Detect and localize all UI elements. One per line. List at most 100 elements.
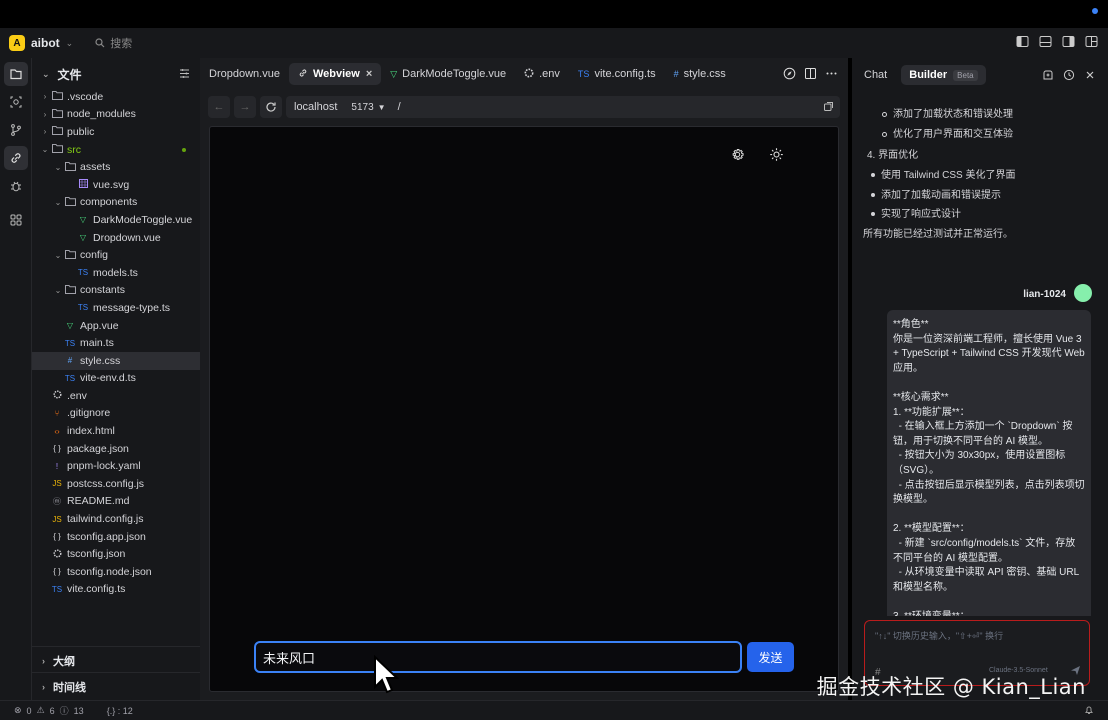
- source-control-icon[interactable]: [4, 118, 28, 142]
- ts-file-icon: TS: [64, 373, 76, 383]
- sun-icon[interactable]: [769, 147, 784, 165]
- user-message-text: **角色** 你是一位资深前端工程师，擅长使用 Vue 3 + TypeScri…: [893, 319, 1085, 616]
- file-item[interactable]: TS models.ts: [32, 264, 200, 282]
- link-icon[interactable]: [4, 146, 28, 170]
- cursor-position[interactable]: {.} : 12: [107, 706, 133, 716]
- file-item[interactable]: { } tsconfig.app.json: [32, 528, 200, 546]
- bullet-icon: [882, 111, 887, 117]
- tree-item-label: index.html: [67, 425, 115, 438]
- url-field[interactable]: localhost 5173 ▼ /: [286, 96, 840, 118]
- toggle-left-panel-icon[interactable]: [1016, 35, 1029, 48]
- chat-line: 添加了加载动画和错误提示: [871, 186, 1001, 201]
- folder-item[interactable]: › .vscode: [32, 88, 200, 106]
- tree-item-label: .gitignore: [67, 407, 111, 420]
- tab-env[interactable]: .env: [515, 63, 569, 85]
- folder-icon: [63, 249, 77, 261]
- app-name[interactable]: aibot: [31, 36, 60, 50]
- forward-button[interactable]: →: [234, 96, 256, 118]
- more-icon[interactable]: [825, 67, 838, 80]
- folder-icon: [63, 284, 77, 296]
- file-item[interactable]: .env: [32, 387, 200, 405]
- layout-icon[interactable]: [1085, 35, 1098, 48]
- file-item[interactable]: TS main.ts: [32, 334, 200, 352]
- compass-icon[interactable]: [783, 67, 796, 80]
- webview-frame: 未来风口 发送: [209, 126, 839, 692]
- history-icon[interactable]: [1063, 69, 1075, 81]
- search-box[interactable]: 搜索: [95, 35, 132, 51]
- tree-item-label: package.json: [67, 442, 129, 455]
- avatar: [1074, 284, 1092, 302]
- info-count: 13: [73, 705, 84, 716]
- settings-gear-icon[interactable]: [730, 147, 745, 165]
- prompt-input[interactable]: 未来风口: [254, 641, 742, 673]
- tab-vite-config-ts[interactable]: TS vite.config.ts: [569, 63, 665, 85]
- reload-icon: [266, 102, 276, 112]
- timeline-section[interactable]: › 时间线: [32, 672, 200, 700]
- vue-icon: ▽: [390, 68, 398, 79]
- beta-badge: Beta: [953, 69, 978, 81]
- folder-item[interactable]: › node_modules: [32, 106, 200, 124]
- file-item[interactable]: ▽ DarkModeToggle.vue: [32, 211, 200, 229]
- file-item[interactable]: ! pnpm-lock.yaml: [32, 457, 200, 475]
- file-item[interactable]: ⑂ .gitignore: [32, 405, 200, 423]
- file-item[interactable]: { } package.json: [32, 440, 200, 458]
- folder-item[interactable]: ⌄ assets: [32, 158, 200, 176]
- toggle-bottom-panel-icon[interactable]: [1039, 35, 1052, 48]
- new-chat-icon[interactable]: [1042, 69, 1054, 81]
- file-item[interactable]: TS vite.config.ts: [32, 581, 200, 599]
- mouse-cursor-icon: [373, 654, 400, 698]
- file-item[interactable]: ‹› index.html: [32, 422, 200, 440]
- tab-builder[interactable]: Builder Beta: [901, 65, 986, 85]
- tab-darkmodetoggle-vue[interactable]: ▽ DarkModeToggle.vue: [381, 63, 515, 85]
- explorer-header[interactable]: ⌄ 文件: [32, 58, 200, 90]
- close-icon[interactable]: ×: [366, 68, 372, 80]
- file-item[interactable]: TS message-type.ts: [32, 299, 200, 317]
- extensions-icon[interactable]: [4, 208, 28, 232]
- folder-item[interactable]: ⌄ config: [32, 246, 200, 264]
- folder-item[interactable]: ⌄ components: [32, 194, 200, 212]
- port-select[interactable]: 5173: [351, 102, 373, 113]
- search-scope-icon[interactable]: [4, 90, 28, 114]
- split-editor-icon[interactable]: [804, 67, 817, 80]
- file-item[interactable]: vue.svg: [32, 176, 200, 194]
- app-logo[interactable]: A: [9, 35, 25, 51]
- tree-item-label: public: [67, 125, 95, 138]
- chevron-down-icon[interactable]: ▼: [378, 103, 386, 112]
- tab-chat[interactable]: Chat: [860, 65, 891, 85]
- file-item[interactable]: ▽ Dropdown.vue: [32, 229, 200, 247]
- back-button[interactable]: ←: [208, 96, 230, 118]
- toggle-right-panel-icon[interactable]: [1062, 35, 1075, 48]
- tree-item-label: tsconfig.node.json: [67, 565, 152, 578]
- folder-item[interactable]: ⌄ src: [32, 141, 200, 159]
- file-explorer: ⌄ 文件 › .vscode › node_modules › public ⌄ src ⌄ as…: [32, 58, 200, 700]
- folder-item[interactable]: ⌄ constants: [32, 282, 200, 300]
- external-link-icon[interactable]: [823, 101, 834, 115]
- debug-icon[interactable]: [4, 174, 28, 198]
- tab-style-css[interactable]: # style.css: [665, 63, 735, 85]
- file-item[interactable]: ⓜ README.md: [32, 493, 200, 511]
- reload-button[interactable]: [260, 96, 282, 118]
- chat-line-text: 所有功能已经过测试并正常运行。: [863, 229, 1013, 240]
- files-icon[interactable]: [4, 62, 28, 86]
- bell-icon[interactable]: [1084, 705, 1094, 717]
- file-item[interactable]: TS vite-env.d.ts: [32, 370, 200, 388]
- file-item[interactable]: # style.css: [32, 351, 200, 370]
- problems-counter[interactable]: ⊗ 0 ⚠ 6 ⓘ 13: [14, 704, 89, 717]
- file-item[interactable]: JS postcss.config.js: [32, 475, 200, 493]
- send-button[interactable]: 发送: [747, 642, 794, 672]
- file-item[interactable]: ▽ App.vue: [32, 317, 200, 335]
- filter-icon[interactable]: [179, 68, 190, 82]
- folder-item[interactable]: › public: [32, 123, 200, 141]
- file-item[interactable]: tsconfig.json: [32, 545, 200, 563]
- tab-webview[interactable]: Webview ×: [288, 63, 382, 85]
- chevron-down-icon[interactable]: ⌄: [66, 38, 74, 49]
- chevron-down-icon: ⌄: [42, 68, 50, 79]
- chat-line: 4. 界面优化: [867, 146, 918, 161]
- close-icon[interactable]: [1084, 69, 1096, 81]
- chevron-down-icon: ⌄: [41, 145, 49, 155]
- file-item[interactable]: JS tailwind.config.js: [32, 510, 200, 528]
- tab-dropdown-vue[interactable]: Dropdown.vue: [200, 63, 289, 85]
- file-item[interactable]: { } tsconfig.node.json: [32, 563, 200, 581]
- outline-section[interactable]: › 大纲: [32, 646, 200, 674]
- bullet-icon: [871, 193, 875, 198]
